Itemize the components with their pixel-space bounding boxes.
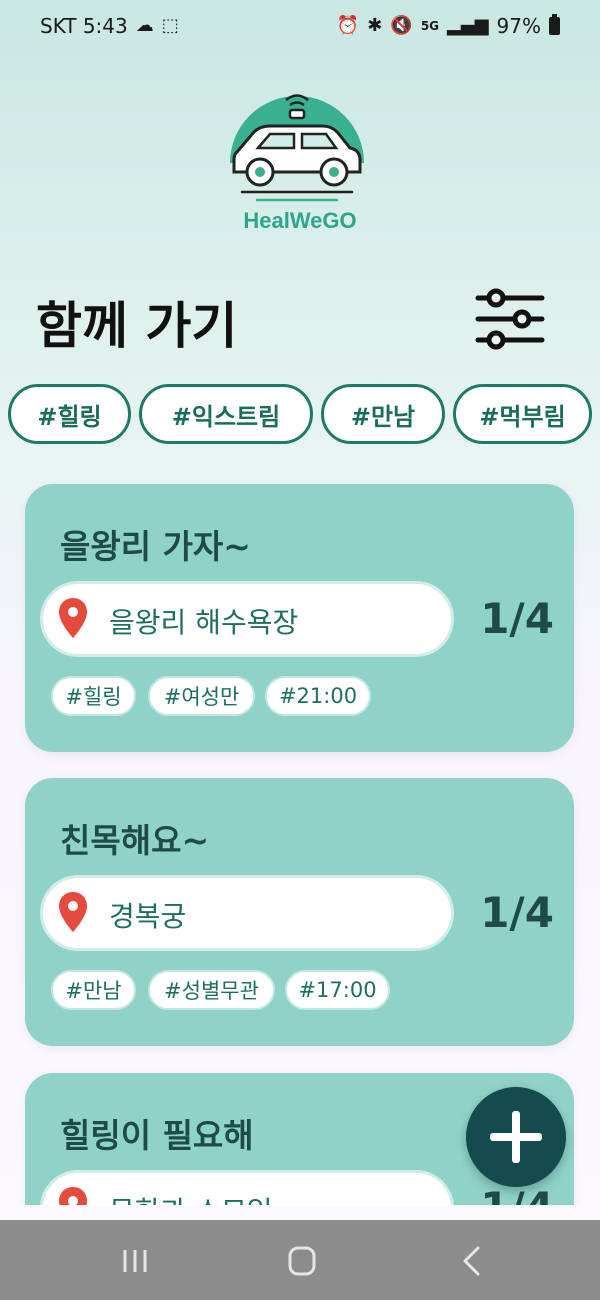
location-field: 문학과 소모임 (43, 1173, 451, 1205)
post-title: 친목해요~ (60, 821, 210, 860)
post-title: 힐링이 필요해 (60, 1116, 254, 1155)
post-list: 을왕리 가자~ 을왕리 해수욕장 1/4 #힐링 #여성만 #21:00 친목해… (0, 0, 600, 1205)
tag: #17:00 (285, 970, 390, 1010)
recent-apps-icon[interactable] (110, 1242, 160, 1280)
location-text: 문학과 소모임 (109, 1190, 272, 1205)
tag: #여성만 (148, 676, 255, 716)
location-pin-icon (59, 1187, 87, 1205)
participant-count: 1/4 (480, 888, 554, 937)
location-text: 경복궁 (109, 900, 187, 933)
home-icon[interactable] (277, 1242, 327, 1280)
tag: #힐링 (51, 676, 136, 716)
post-title: 을왕리 가자~ (60, 527, 251, 566)
back-icon[interactable] (446, 1242, 496, 1280)
location-text: 을왕리 해수욕장 (109, 606, 299, 639)
participant-count: 1/4 (480, 594, 554, 643)
tag: #만남 (51, 970, 136, 1010)
location-pin-icon (59, 598, 87, 638)
tag: #성별무관 (148, 970, 275, 1010)
location-field: 경복궁 (43, 878, 451, 948)
post-card[interactable]: 을왕리 가자~ 을왕리 해수욕장 1/4 #힐링 #여성만 #21:00 (25, 484, 574, 752)
add-post-button[interactable] (466, 1087, 566, 1187)
post-card[interactable]: 친목해요~ 경복궁 1/4 #만남 #성별무관 #17:00 (25, 778, 574, 1046)
location-field: 을왕리 해수욕장 (43, 584, 451, 654)
location-pin-icon (59, 892, 87, 932)
system-nav-bar (0, 1220, 600, 1300)
tag: #21:00 (265, 676, 371, 716)
